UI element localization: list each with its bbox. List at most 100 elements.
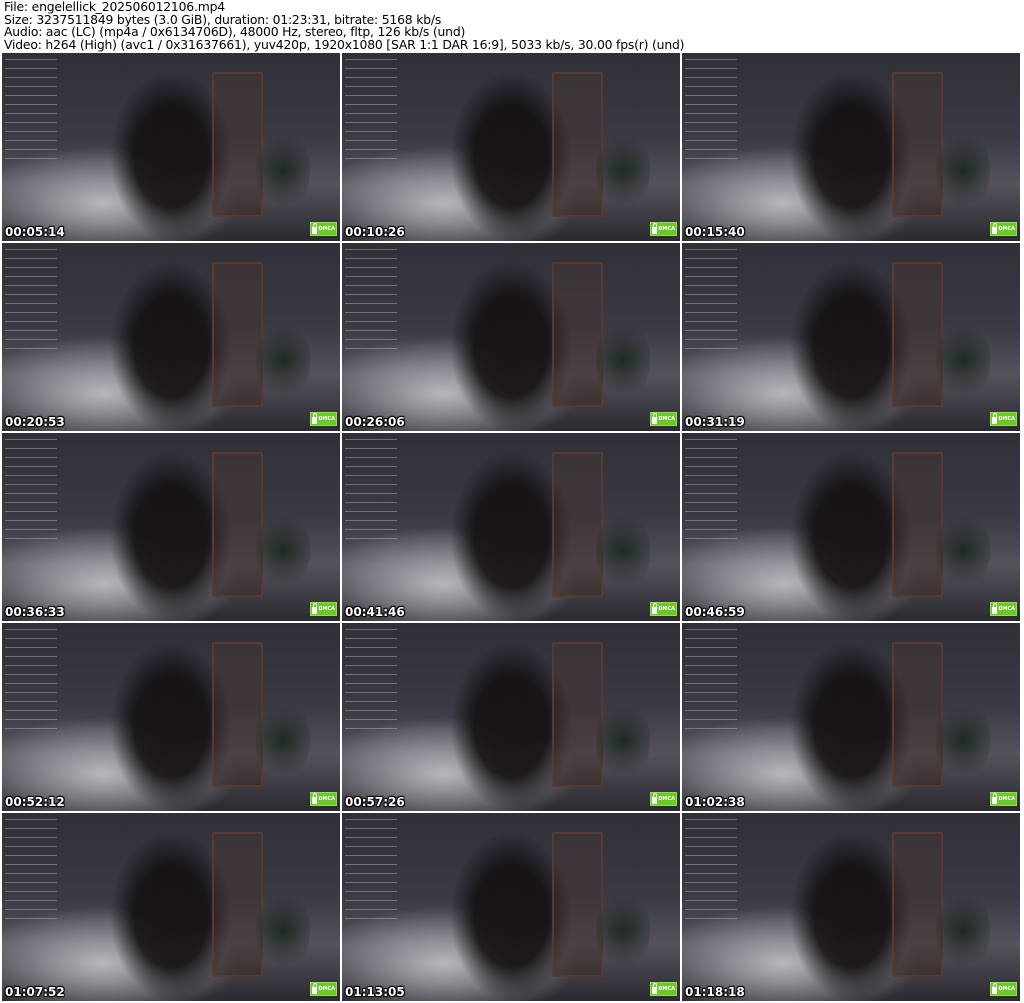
video-thumbnail: 00:41:46 DMCA	[342, 433, 680, 621]
background-plant	[935, 698, 990, 783]
dmca-badge: DMCA	[650, 792, 677, 806]
timestamp-label: 00:41:46	[345, 605, 405, 619]
tip-menu-overlay	[5, 629, 57, 729]
dmca-badge: DMCA	[310, 412, 337, 426]
dmca-badge: DMCA	[310, 602, 337, 616]
dmca-badge: DMCA	[990, 602, 1017, 616]
background-shelf	[211, 451, 263, 597]
timestamp-label: 01:02:38	[685, 795, 745, 809]
lock-icon	[652, 603, 658, 614]
background-shelf	[211, 831, 263, 977]
dmca-label: DMCA	[658, 225, 675, 232]
file-info-header: File: engelellick_202506012106.mp4 Size:…	[4, 0, 685, 52]
lock-icon	[312, 413, 318, 424]
dmca-label: DMCA	[318, 415, 335, 422]
background-shelf	[891, 831, 943, 977]
tip-menu-overlay	[685, 629, 737, 729]
video-thumbnail: 00:36:33 DMCA	[2, 433, 340, 621]
dmca-badge: DMCA	[650, 602, 677, 616]
timestamp-label: 00:57:26	[345, 795, 405, 809]
tip-menu-overlay	[5, 59, 57, 159]
timestamp-label: 01:07:52	[5, 985, 65, 999]
tip-menu-overlay	[685, 819, 737, 919]
background-plant	[595, 128, 650, 213]
background-plant	[935, 128, 990, 213]
dmca-badge: DMCA	[990, 222, 1017, 236]
video-thumbnail: 00:26:06 DMCA	[342, 243, 680, 431]
lock-icon	[652, 983, 658, 994]
dmca-label: DMCA	[318, 225, 335, 232]
lock-icon	[312, 793, 318, 804]
lock-icon	[312, 603, 318, 614]
background-plant	[595, 698, 650, 783]
background-plant	[255, 888, 310, 973]
video-info-line: Video: h264 (High) (avc1 / 0x31637661), …	[4, 36, 685, 52]
background-shelf	[211, 641, 263, 787]
background-plant	[935, 318, 990, 403]
video-thumbnail: 00:31:19 DMCA	[682, 243, 1020, 431]
video-thumbnail: 01:13:05 DMCA	[342, 813, 680, 1001]
video-thumbnail: 00:10:26 DMCA	[342, 53, 680, 241]
video-thumbnail: 01:18:18 DMCA	[682, 813, 1020, 1001]
background-plant	[255, 128, 310, 213]
timestamp-label: 01:18:18	[685, 985, 745, 999]
background-plant	[595, 318, 650, 403]
background-shelf	[551, 641, 603, 787]
background-shelf	[891, 261, 943, 407]
background-plant	[935, 888, 990, 973]
background-shelf	[551, 261, 603, 407]
dmca-badge: DMCA	[310, 792, 337, 806]
tip-menu-overlay	[685, 59, 737, 159]
lock-icon	[992, 793, 998, 804]
tip-menu-overlay	[685, 249, 737, 349]
lock-icon	[992, 223, 998, 234]
dmca-label: DMCA	[998, 985, 1015, 992]
video-thumbnail: 00:46:59 DMCA	[682, 433, 1020, 621]
timestamp-label: 01:13:05	[345, 985, 405, 999]
dmca-badge: DMCA	[310, 222, 337, 236]
dmca-label: DMCA	[658, 985, 675, 992]
background-plant	[255, 318, 310, 403]
background-shelf	[891, 641, 943, 787]
timestamp-label: 00:46:59	[685, 605, 745, 619]
dmca-label: DMCA	[658, 605, 675, 612]
lock-icon	[652, 793, 658, 804]
lock-icon	[992, 603, 998, 614]
dmca-badge: DMCA	[650, 222, 677, 236]
lock-icon	[652, 223, 658, 234]
tip-menu-overlay	[345, 59, 397, 159]
timestamp-label: 00:26:06	[345, 415, 405, 429]
lock-icon	[652, 413, 658, 424]
timestamp-label: 00:20:53	[5, 415, 65, 429]
background-shelf	[211, 261, 263, 407]
background-plant	[255, 698, 310, 783]
tip-menu-overlay	[345, 819, 397, 919]
video-thumbnail: 00:20:53 DMCA	[2, 243, 340, 431]
background-shelf	[211, 71, 263, 217]
dmca-badge: DMCA	[650, 982, 677, 996]
background-plant	[255, 508, 310, 593]
dmca-badge: DMCA	[650, 412, 677, 426]
dmca-label: DMCA	[998, 415, 1015, 422]
background-shelf	[551, 71, 603, 217]
timestamp-label: 00:52:12	[5, 795, 65, 809]
background-plant	[935, 508, 990, 593]
video-thumbnail: 00:57:26 DMCA	[342, 623, 680, 811]
lock-icon	[992, 413, 998, 424]
tip-menu-overlay	[5, 819, 57, 919]
dmca-label: DMCA	[318, 795, 335, 802]
video-thumbnail: 01:07:52 DMCA	[2, 813, 340, 1001]
timestamp-label: 00:31:19	[685, 415, 745, 429]
dmca-label: DMCA	[658, 415, 675, 422]
dmca-badge: DMCA	[310, 982, 337, 996]
lock-icon	[312, 983, 318, 994]
lock-icon	[992, 983, 998, 994]
tip-menu-overlay	[5, 439, 57, 539]
video-thumbnail: 00:15:40 DMCA	[682, 53, 1020, 241]
dmca-badge: DMCA	[990, 412, 1017, 426]
video-thumbnail: 01:02:38 DMCA	[682, 623, 1020, 811]
tip-menu-overlay	[5, 249, 57, 349]
background-shelf	[551, 451, 603, 597]
background-plant	[595, 508, 650, 593]
dmca-label: DMCA	[658, 795, 675, 802]
